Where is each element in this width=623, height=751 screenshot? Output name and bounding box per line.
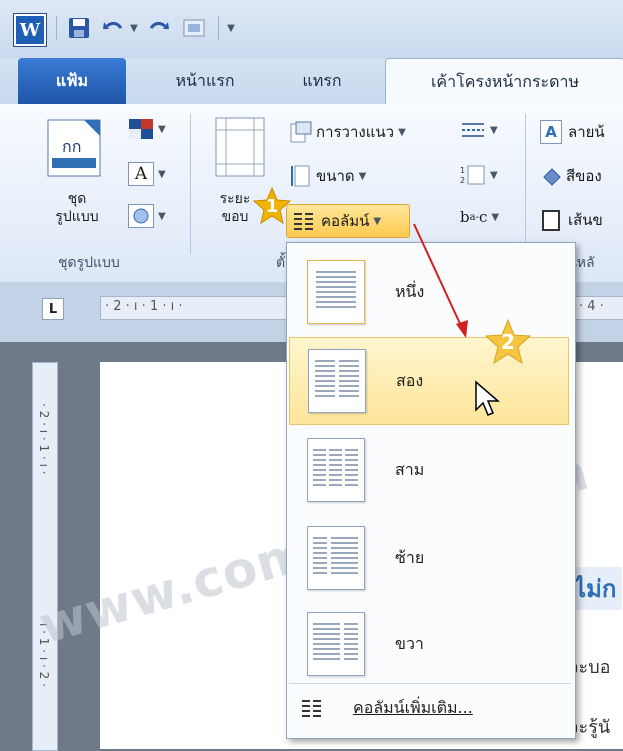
margins-icon[interactable] [214, 116, 268, 180]
redo-icon[interactable] [146, 15, 172, 41]
annotation-arrow [413, 223, 468, 338]
step-1-badge: 1 [252, 186, 292, 226]
size-label: ขนาด [316, 167, 355, 185]
two-columns-icon [308, 349, 366, 413]
page-borders-icon [542, 210, 560, 231]
ruler-marks-left: · 2 · ı · 1 · ı · [105, 299, 183, 314]
theme-colors-icon[interactable]: ▼ [128, 118, 166, 140]
themes-button-label[interactable]: ชุด รูปแบบ [30, 190, 124, 226]
breaks-icon[interactable]: ▼ [460, 120, 498, 140]
page-color-label: สีของ [566, 167, 602, 185]
columns-label: คอลัมน์ [321, 212, 370, 230]
menu-item-left[interactable]: ซ้าย [289, 515, 571, 601]
watermark-label: ลายน้ [568, 123, 605, 141]
document-heading: ไม่ก [568, 567, 623, 610]
undo-icon[interactable] [100, 15, 126, 41]
title-bar: W ▼ ▼ [0, 0, 623, 59]
tab-home[interactable]: หน้าแรก [150, 58, 260, 104]
orientation-button[interactable]: การวางแนว ▼ [290, 120, 406, 144]
ruler-marks-right: · 4 · [579, 299, 604, 314]
more-columns-item[interactable]: คอลัมน์เพิ่มเติม... [289, 683, 571, 732]
one-column-icon [307, 260, 365, 324]
tab-insert[interactable]: แทรก [272, 58, 372, 104]
theme-fonts-icon[interactable]: A ▼ [128, 162, 166, 186]
tab-file[interactable]: แฟ้ม [18, 58, 126, 104]
vertical-ruler[interactable]: · 2 · ı · 1 · ı · ı · 1 · ı · 2 · [32, 362, 58, 751]
theme-effects-icon[interactable]: ▼ [128, 204, 166, 228]
page-color-button[interactable]: สีของ [540, 164, 602, 188]
page-color-icon [543, 168, 561, 186]
tab-selector-icon[interactable]: L [42, 298, 64, 320]
orientation-icon [290, 121, 312, 143]
three-columns-icon [307, 438, 365, 502]
more-columns-icon [302, 700, 321, 717]
watermark-button[interactable]: A ลายน้ [540, 120, 605, 144]
tab-page-layout[interactable]: เค้าโครงหน้ากระดาษ [385, 58, 623, 106]
svg-text:1: 1 [460, 166, 465, 175]
word-logo-icon[interactable]: W [14, 14, 46, 46]
svg-text:กก: กก [62, 137, 81, 156]
themes-icon[interactable]: กก [44, 116, 108, 182]
watermark-icon: A [540, 120, 562, 144]
columns-button[interactable]: คอลัมน์ ▼ [286, 204, 410, 238]
ribbon-tabs: แฟ้ม หน้าแรก แทรก เค้าโครงหน้ากระดาษ [0, 58, 623, 106]
line-numbers-icon[interactable]: 1 2 ▼ [460, 164, 498, 186]
save-icon[interactable] [66, 15, 92, 41]
page-borders-button[interactable]: เส้นข [540, 208, 603, 232]
left-column-icon [307, 526, 365, 590]
svg-text:2: 2 [460, 176, 465, 185]
step-2-badge: 2 [484, 318, 532, 366]
orientation-label: การวางแนว [316, 123, 395, 141]
menu-item-three[interactable]: สาม [289, 427, 571, 513]
cursor-arrow-icon [475, 380, 501, 416]
quick-print-icon[interactable] [180, 15, 210, 41]
customize-toolbar-icon[interactable]: ▼ [224, 18, 238, 38]
size-icon [291, 165, 310, 187]
undo-dropdown-icon[interactable]: ▼ [128, 18, 140, 38]
right-column-icon [307, 612, 365, 676]
themes-group-label: ชุดรูปแบบ [58, 255, 120, 271]
page-borders-label: เส้นข [568, 211, 603, 229]
menu-item-right[interactable]: ขวา [289, 601, 571, 687]
size-button[interactable]: ขนาด ▼ [290, 164, 366, 188]
columns-icon [294, 213, 313, 230]
more-columns-label: คอลัมน์เพิ่มเติม... [353, 697, 473, 717]
